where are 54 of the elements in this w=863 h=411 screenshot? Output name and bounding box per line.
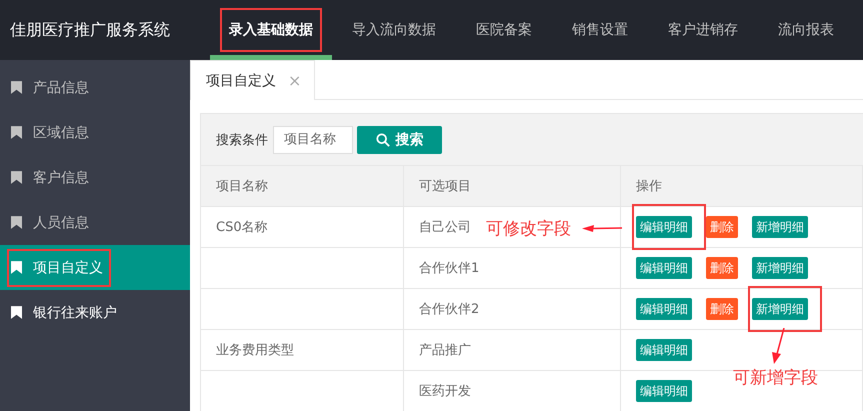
bookmark-icon	[11, 126, 22, 139]
arrow-icon	[771, 328, 785, 364]
bookmark-icon	[11, 81, 22, 94]
edit-button[interactable]: 编辑明细	[636, 216, 692, 238]
sidebar-item[interactable]: 银行往来账户	[0, 290, 190, 335]
edit-button[interactable]: 编辑明细	[636, 298, 692, 320]
bookmark-icon	[11, 306, 22, 319]
annotation-text: 可新增字段	[733, 367, 818, 389]
table-cell: 自己公司	[419, 220, 471, 235]
sidebar-item[interactable]: 人员信息	[0, 200, 190, 245]
tab-label: 项目自定义	[206, 72, 276, 90]
sidebar-item[interactable]: 项目自定义	[0, 245, 190, 290]
sidebar-label: 产品信息	[33, 78, 89, 96]
close-icon[interactable]: ×	[288, 71, 302, 90]
sidebar-item[interactable]: 产品信息	[0, 65, 190, 110]
bookmark-icon	[11, 261, 22, 274]
delete-button[interactable]: 删除	[706, 257, 738, 279]
arrow-icon	[582, 223, 622, 233]
bookmark-icon	[11, 171, 22, 184]
edit-button[interactable]: 编辑明细	[636, 339, 692, 361]
app-title: 佳朋医疗推广服务系统	[9, 20, 171, 40]
sidebar-label: 银行往来账户	[33, 304, 117, 322]
sidebar-item[interactable]: 客户信息	[0, 155, 190, 200]
page-tab[interactable]: 项目自定义 ×	[190, 60, 315, 100]
sidebar-item[interactable]: 区域信息	[0, 110, 190, 155]
add-button[interactable]: 新增明细	[752, 257, 808, 279]
nav-tab[interactable]: 流向报表	[758, 0, 854, 60]
search-icon	[376, 132, 390, 146]
nav-tab[interactable]: 销售设置	[552, 0, 648, 60]
nav-tab[interactable]: 导入流向数据	[332, 0, 456, 60]
delete-button[interactable]: 删除	[706, 298, 738, 320]
sidebar-label: 客户信息	[33, 168, 89, 186]
nav-tab[interactable]: 客户进销存	[648, 0, 758, 60]
tab-label: 录入基础数据	[229, 21, 313, 39]
edit-button[interactable]: 编辑明细	[636, 257, 692, 279]
edit-button[interactable]: 编辑明细	[636, 380, 692, 402]
table-cell: 产品推广	[419, 343, 471, 358]
table-cell: CS0名称	[216, 220, 268, 235]
table-cell: 合作伙伴2	[419, 302, 480, 317]
delete-button[interactable]: 删除	[706, 216, 738, 238]
search-label: 搜索条件	[216, 132, 268, 148]
annotation-text: 可修改字段	[486, 218, 571, 240]
search-field[interactable]: 项目名称	[273, 126, 353, 154]
nav-tab[interactable]: 医院备案	[456, 0, 552, 60]
add-button[interactable]: 新增明细	[752, 216, 808, 238]
sidebar-label: 区域信息	[33, 124, 89, 142]
table-cell: 合作伙伴1	[419, 261, 480, 276]
search-button[interactable]: 搜索	[357, 126, 442, 154]
table-cell: 业务费用类型	[216, 343, 294, 358]
table-cell: 医药开发	[419, 384, 471, 399]
sidebar-label: 人员信息	[33, 214, 89, 232]
bookmark-icon	[11, 216, 22, 229]
add-button[interactable]: 新增明细	[752, 298, 808, 320]
sidebar-label: 项目自定义	[33, 258, 103, 276]
